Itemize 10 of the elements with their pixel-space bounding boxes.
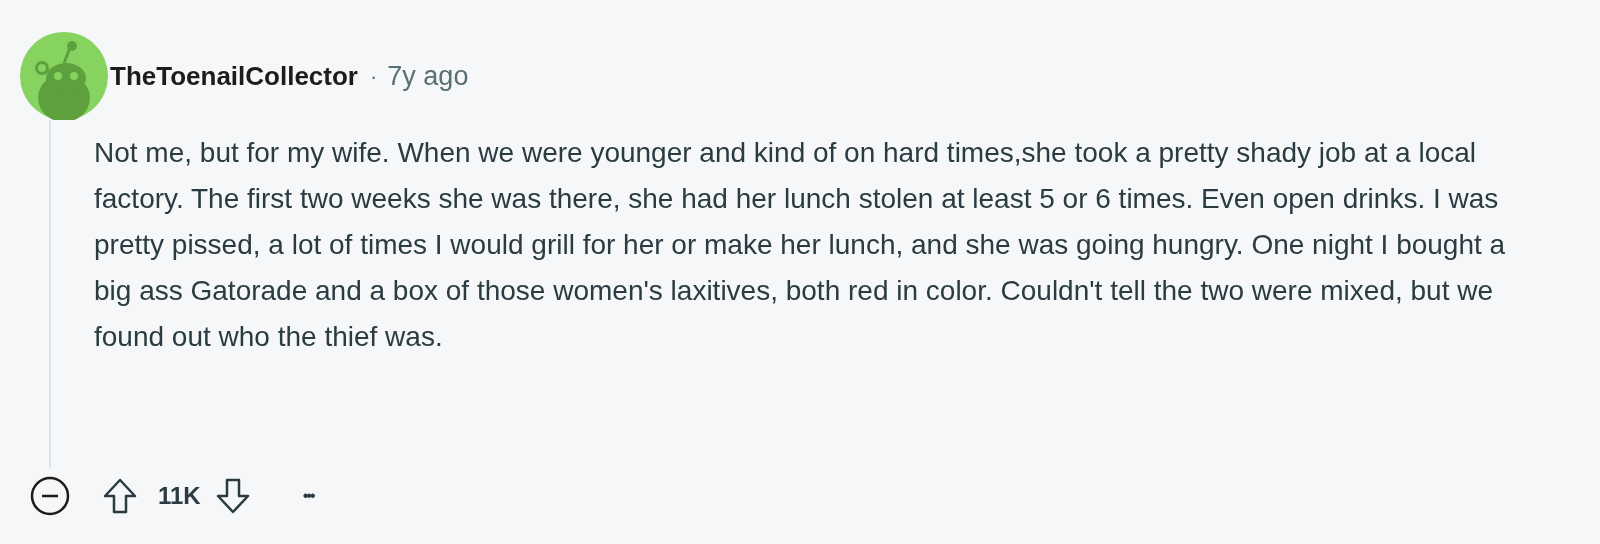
comment-text: Not me, but for my wife. When we were younger and kind of on hard times,she took a pretty shady job at a local factory. The first two weeks she was there, she had her lunch stolen at least 5 or 6 times. Even open drinks. I was pretty pissed, a lot of times I would grill for her or make her lunch, and she was going hungry. One night I bought a big ass Gatorade and a box of those women's laxitives, both red in color. Couldn't tell the two were mixed, but we found out who the thief was. <box>94 136 1507 354</box>
vote-count: 11K <box>158 481 201 511</box>
more-options-button[interactable]: ••• <box>302 484 314 508</box>
timestamp: 7y ago <box>387 59 469 93</box>
avatar-icon[interactable] <box>20 32 108 120</box>
collapse-icon[interactable] <box>30 476 70 516</box>
downvote-icon[interactable] <box>214 477 251 515</box>
separator-dot: · <box>370 62 378 91</box>
upvote-icon[interactable] <box>102 477 138 515</box>
username[interactable]: TheToenailCollector <box>110 56 358 96</box>
